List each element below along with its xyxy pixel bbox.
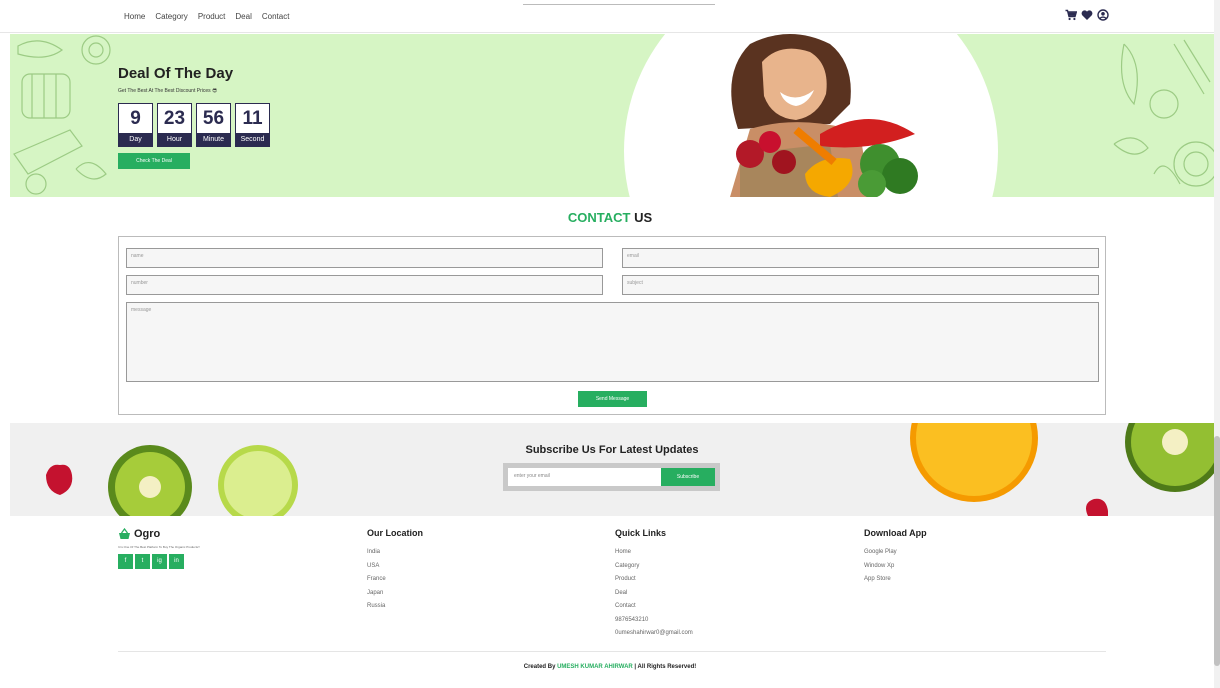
credit-suffix: | All Rights Reserved! bbox=[632, 664, 697, 670]
contact-heading: CONTACT US bbox=[0, 210, 1220, 225]
phone-link[interactable]: 9876543210 bbox=[615, 614, 693, 628]
location-link[interactable]: Japan bbox=[367, 587, 423, 601]
number-input[interactable]: number bbox=[126, 275, 603, 295]
download-google-play[interactable]: Google Play bbox=[864, 546, 927, 560]
nav-category[interactable]: Category bbox=[155, 12, 187, 21]
countdown-value: 9 bbox=[130, 108, 141, 129]
check-deal-button[interactable]: Check The Deal bbox=[118, 153, 190, 169]
page-scrollbar[interactable] bbox=[1214, 0, 1220, 688]
instagram-icon[interactable]: ig bbox=[152, 554, 167, 569]
footer-credit: Created By UMESH KUMAR AHIRWAR | All Rig… bbox=[0, 664, 1220, 670]
email-input[interactable]: email bbox=[622, 248, 1099, 268]
brand-description: It Is One Of The Best Platform To Buy Th… bbox=[118, 545, 200, 549]
countdown-value: 11 bbox=[242, 108, 263, 129]
nav-divider bbox=[523, 4, 715, 5]
location-link[interactable]: France bbox=[367, 573, 423, 587]
location-title: Our Location bbox=[367, 528, 423, 538]
send-message-button[interactable]: Send Message bbox=[578, 391, 647, 407]
email-link[interactable]: 0umeshahirwar0@gmail.com bbox=[615, 627, 693, 641]
nav-home[interactable]: Home bbox=[124, 12, 145, 21]
heart-icon[interactable] bbox=[1081, 9, 1093, 21]
footer-quicklinks-column: Quick Links Home Category Product Deal C… bbox=[615, 528, 693, 641]
footer-brand-column: Ogro It Is One Of The Best Platform To B… bbox=[118, 528, 200, 569]
scrollbar-thumb[interactable] bbox=[1214, 436, 1220, 666]
deal-title: Deal Of The Day bbox=[118, 65, 234, 82]
subscribe-title: Subscribe Us For Latest Updates bbox=[525, 444, 699, 456]
linkedin-icon[interactable]: in bbox=[169, 554, 184, 569]
download-window-xp[interactable]: Window Xp bbox=[864, 560, 927, 574]
nav-deal[interactable]: Deal bbox=[235, 12, 251, 21]
countdown-minute: 56 Minute bbox=[196, 103, 231, 147]
vegetable-sketch-right bbox=[1113, 39, 1214, 187]
download-title: Download App bbox=[864, 528, 927, 538]
quicklinks-title: Quick Links bbox=[615, 528, 667, 538]
location-link[interactable]: Russia bbox=[367, 600, 423, 614]
header-icons bbox=[1065, 9, 1109, 21]
brand-logo[interactable]: Ogro bbox=[118, 528, 200, 540]
footer-location-column: Our Location India USA France Japan Russ… bbox=[367, 528, 423, 614]
footer: Ogro It Is One Of The Best Platform To B… bbox=[0, 516, 1214, 688]
nav-contact[interactable]: Contact bbox=[262, 12, 290, 21]
quicklink-product[interactable]: Product bbox=[615, 573, 693, 587]
countdown-value: 56 bbox=[202, 108, 225, 129]
download-app-store[interactable]: App Store bbox=[864, 573, 927, 587]
subject-input[interactable]: subject bbox=[622, 275, 1099, 295]
quicklink-deal[interactable]: Deal bbox=[615, 587, 693, 601]
name-input[interactable]: name bbox=[126, 248, 603, 268]
footer-divider bbox=[118, 651, 1106, 652]
contact-heading-highlight: CONTACT bbox=[567, 210, 631, 225]
location-link[interactable]: India bbox=[367, 546, 423, 560]
countdown-day: 9 Day bbox=[118, 103, 153, 147]
facebook-icon[interactable]: f bbox=[118, 554, 133, 569]
countdown-label: Day bbox=[119, 133, 152, 147]
deal-subtitle: Get The Best At The Best Discount Prices… bbox=[118, 88, 218, 94]
deal-banner: Deal Of The Day Get The Best At The Best… bbox=[10, 34, 1214, 197]
quicklink-home[interactable]: Home bbox=[615, 546, 693, 560]
countdown-label: Minute bbox=[197, 133, 230, 147]
credit-author-link[interactable]: UMESH KUMAR AHIRWAR bbox=[557, 664, 633, 670]
countdown-label: Second bbox=[236, 133, 269, 147]
countdown-value: 23 bbox=[163, 108, 186, 129]
countdown-second: 11 Second bbox=[235, 103, 270, 147]
subscribe-form: enter your email Subscribe bbox=[503, 463, 720, 491]
cart-icon[interactable] bbox=[1065, 9, 1077, 21]
vegetable-sketch-left bbox=[13, 35, 111, 195]
credit-prefix: Created By bbox=[523, 664, 558, 670]
contact-form: name email number subject message Send M… bbox=[118, 236, 1106, 415]
countdown-label: Hour bbox=[158, 133, 191, 147]
subscribe-button[interactable]: Subscribe bbox=[661, 468, 715, 486]
nav-product[interactable]: Product bbox=[198, 12, 226, 21]
woman-with-vegetables-image bbox=[730, 34, 918, 197]
top-navbar: Home Category Product Deal Contact bbox=[0, 0, 1214, 33]
countdown-timer: 9 Day 23 Hour 56 Minute 11 Second bbox=[118, 103, 270, 147]
location-link[interactable]: USA bbox=[367, 560, 423, 574]
subscribe-email-input[interactable]: enter your email bbox=[508, 468, 661, 486]
main-nav: Home Category Product Deal Contact bbox=[124, 12, 289, 21]
user-icon[interactable] bbox=[1097, 9, 1109, 21]
footer-download-column: Download App Google Play Window Xp App S… bbox=[864, 528, 927, 587]
message-textarea[interactable]: message bbox=[126, 302, 1099, 382]
quicklink-category[interactable]: Category bbox=[615, 560, 693, 574]
twitter-icon[interactable]: t bbox=[135, 554, 150, 569]
contact-heading-rest: US bbox=[630, 210, 653, 225]
brand-name: Ogro bbox=[134, 528, 161, 540]
social-links: f t ig in bbox=[118, 554, 200, 569]
quicklink-contact[interactable]: Contact bbox=[615, 600, 693, 614]
subscribe-section: Subscribe Us For Latest Updates enter yo… bbox=[10, 423, 1214, 516]
countdown-hour: 23 Hour bbox=[157, 103, 192, 147]
basket-icon bbox=[119, 528, 130, 539]
